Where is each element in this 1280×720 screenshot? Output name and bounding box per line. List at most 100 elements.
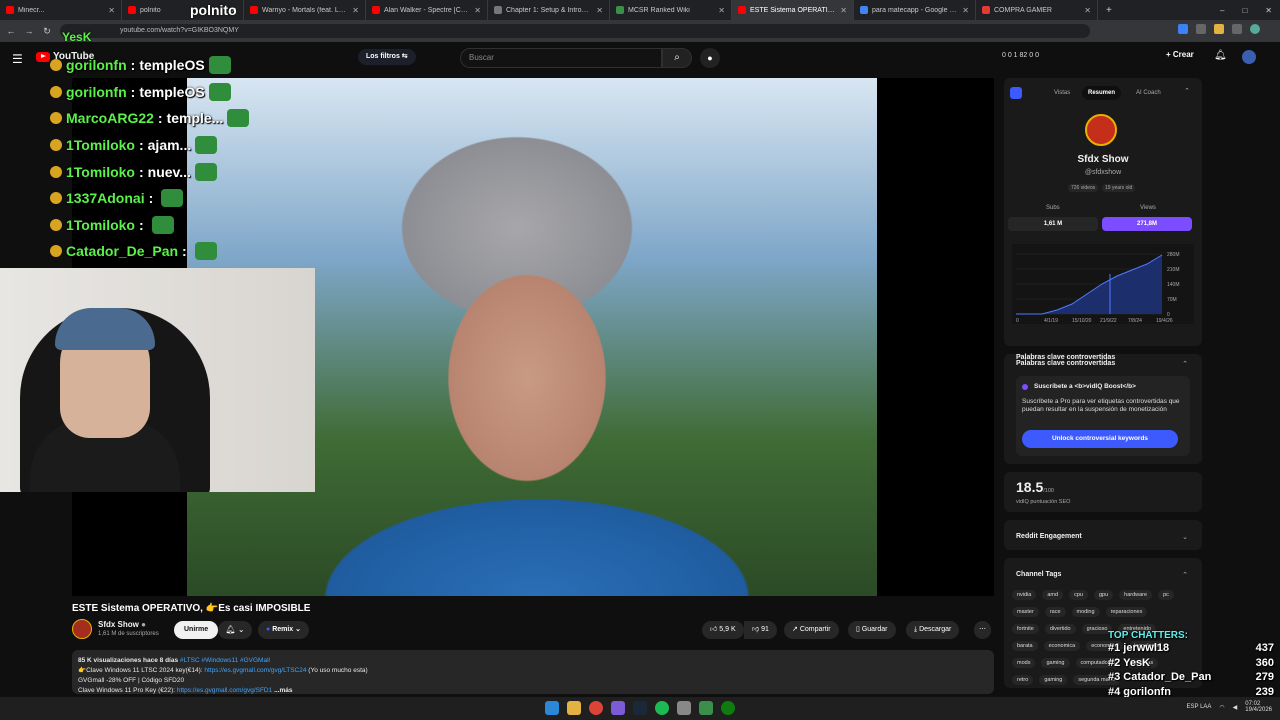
url-field[interactable]: youtube.com/watch?v=GIKBO3NQMY (60, 24, 1090, 38)
browser-tab[interactable]: para matecapp - Google Drive ✕ (854, 0, 976, 20)
close-tab-icon[interactable]: ✕ (596, 6, 603, 15)
remix-button[interactable]: ● Remix ⌄ (258, 621, 310, 639)
mic-icon[interactable]: ● (700, 48, 720, 68)
seo-score-max: /100 (1043, 488, 1054, 494)
extension-icon[interactable] (1214, 24, 1224, 34)
forward-icon[interactable]: → (22, 26, 36, 36)
channel-tag[interactable]: master (1012, 606, 1039, 617)
extension-icon[interactable] (1178, 24, 1188, 34)
system-tray: ESP LAA ◠ ◀ 07:02 19/4/2026 (1187, 701, 1272, 713)
notifications-icon[interactable]: 🔔︎ (1214, 50, 1227, 61)
channel-tag[interactable]: race (1044, 606, 1066, 617)
subscribe-bell-button[interactable]: 🔔︎ ⌄ (218, 621, 252, 639)
browser-tab[interactable]: Warriyo - Mortals (feat. Laura B ✕ (244, 0, 366, 20)
search-icon[interactable]: ⌕ (662, 48, 692, 68)
unlock-keywords-button[interactable]: Unlock controversial keywords (1022, 430, 1178, 448)
channel-tag[interactable]: fortnite (1012, 623, 1039, 634)
hashtags[interactable]: #LTSC #Windows11 #GVGMall (180, 657, 270, 664)
close-window-button[interactable]: ✕ (1265, 6, 1272, 15)
channel-tag[interactable]: cpu (1069, 589, 1088, 600)
chat-username: 1Tomiloko (66, 137, 135, 154)
channel-avatar[interactable] (72, 619, 92, 639)
chevron-down-icon[interactable]: ⌄ (1182, 533, 1188, 541)
chat-emote-icon (208, 82, 231, 101)
browser-tab[interactable]: Chapter 1: Setup & Introductio ✕ (488, 0, 610, 20)
desc-link[interactable]: https://es.gvgmall.com/gvg/LTSC24 (204, 667, 306, 674)
start-icon[interactable] (545, 701, 559, 715)
create-button[interactable]: + Crear (1166, 50, 1194, 59)
wifi-icon[interactable]: ◠ (1219, 704, 1224, 711)
close-tab-icon[interactable]: ✕ (1084, 6, 1091, 15)
save-button[interactable]: ▯ Guardar (848, 621, 896, 639)
show-more-link[interactable]: ...más (274, 687, 292, 694)
clock[interactable]: 07:02 19/4/2026 (1245, 701, 1272, 713)
channel-tag[interactable]: gpu (1093, 589, 1114, 600)
chevron-up-icon[interactable]: ⌃ (1182, 571, 1188, 579)
share-button[interactable]: ↗ Compartir (784, 621, 839, 639)
minecraft-icon[interactable] (699, 701, 713, 715)
more-actions-button[interactable]: ⋯ (974, 621, 991, 639)
dislike-count: 91 (761, 626, 769, 633)
like-button[interactable]: 👍︎ 5,9 K (702, 621, 744, 639)
verified-icon: ● (141, 620, 146, 629)
chat-badge-icon (50, 112, 62, 125)
channel-tag[interactable]: gaming (1039, 674, 1068, 685)
browser-tab[interactable]: COMPRA GAMER ✕ (976, 0, 1098, 20)
close-tab-icon[interactable]: ✕ (474, 6, 481, 15)
browser-tab[interactable]: Minecr... ✕ (0, 0, 122, 20)
channel-tag[interactable]: amd (1042, 589, 1064, 600)
channel-tag[interactable]: retro (1012, 674, 1034, 685)
xbox-icon[interactable] (721, 701, 735, 715)
new-tab-button[interactable]: + (1098, 5, 1120, 16)
chat-emote-icon (194, 162, 217, 181)
browser-tab[interactable]: ESTE Sistema OPERATIVO, 👉✕ (732, 0, 854, 20)
menu-icon[interactable]: ☰ (12, 52, 23, 66)
profile-icon[interactable] (1250, 24, 1260, 34)
join-button[interactable]: Unirme (174, 621, 219, 639)
discord-icon[interactable] (611, 701, 625, 715)
minimize-button[interactable]: – (1220, 6, 1224, 15)
desc-link[interactable]: https://es.gvgmall.com/gvg/SFD1 (177, 687, 272, 694)
channel-tag[interactable]: hardware (1119, 589, 1153, 600)
chat-badge-icon (50, 165, 62, 178)
browser-tab[interactable]: Alan Walker - Spectre [COPYRI ✕ (366, 0, 488, 20)
steam-icon[interactable] (633, 701, 647, 715)
search-input[interactable]: Buscar (460, 48, 662, 68)
top-chatter-name: #1 jerwwl18 (1108, 642, 1170, 654)
close-tab-icon[interactable]: ✕ (840, 6, 847, 15)
dislike-button[interactable]: 👎︎ 91 (744, 621, 777, 639)
channel-tag[interactable]: pc (1158, 589, 1174, 600)
maximize-button[interactable]: □ (1242, 6, 1247, 15)
reload-icon[interactable]: ↻ (40, 26, 54, 37)
channel-tag[interactable]: nvidia (1012, 589, 1037, 600)
browser-tab[interactable]: MCSR Ranked Wiki ✕ (610, 0, 732, 20)
channel-tag[interactable]: moding (1071, 606, 1100, 617)
close-tab-icon[interactable]: ✕ (718, 6, 725, 15)
extension-icon[interactable] (1196, 24, 1206, 34)
volume-icon[interactable]: ◀ (1233, 704, 1238, 711)
account-avatar[interactable] (1242, 50, 1256, 64)
app-icon[interactable] (677, 701, 691, 715)
spotify-icon[interactable] (655, 701, 669, 715)
chevron-up-icon[interactable]: ⌃ (1182, 360, 1188, 368)
chat-colon: : (182, 243, 187, 260)
filters-button[interactable]: Los filtros ⇆ (358, 49, 416, 65)
channel-tag[interactable]: mods (1012, 657, 1036, 668)
language-indicator[interactable]: ESP LAA (1187, 704, 1212, 710)
channel-tag[interactable]: reparaciones (1105, 606, 1148, 617)
address-bar-row: ← → ↻ youtube.com/watch?v=GIKBO3NQMY (0, 20, 1280, 42)
video-description[interactable]: 85 K visualizaciones hace 8 días #LTSC #… (72, 650, 994, 694)
channel-tag[interactable]: gaming (1041, 657, 1070, 668)
close-tab-icon[interactable]: ✕ (108, 6, 115, 15)
channel-tag[interactable]: divertido (1044, 623, 1076, 634)
close-tab-icon[interactable]: ✕ (962, 6, 969, 15)
chrome-icon[interactable] (589, 701, 603, 715)
close-tab-icon[interactable]: ✕ (352, 6, 359, 15)
extension-icon[interactable] (1232, 24, 1242, 34)
channel-name[interactable]: Sfdx Show ● (98, 620, 146, 629)
file-explorer-icon[interactable] (567, 701, 581, 715)
channel-tag[interactable]: barata (1012, 640, 1038, 651)
download-button[interactable]: ⤓ Descargar (906, 621, 960, 639)
back-icon[interactable]: ← (4, 26, 18, 36)
channel-tag[interactable]: economica (1043, 640, 1081, 651)
